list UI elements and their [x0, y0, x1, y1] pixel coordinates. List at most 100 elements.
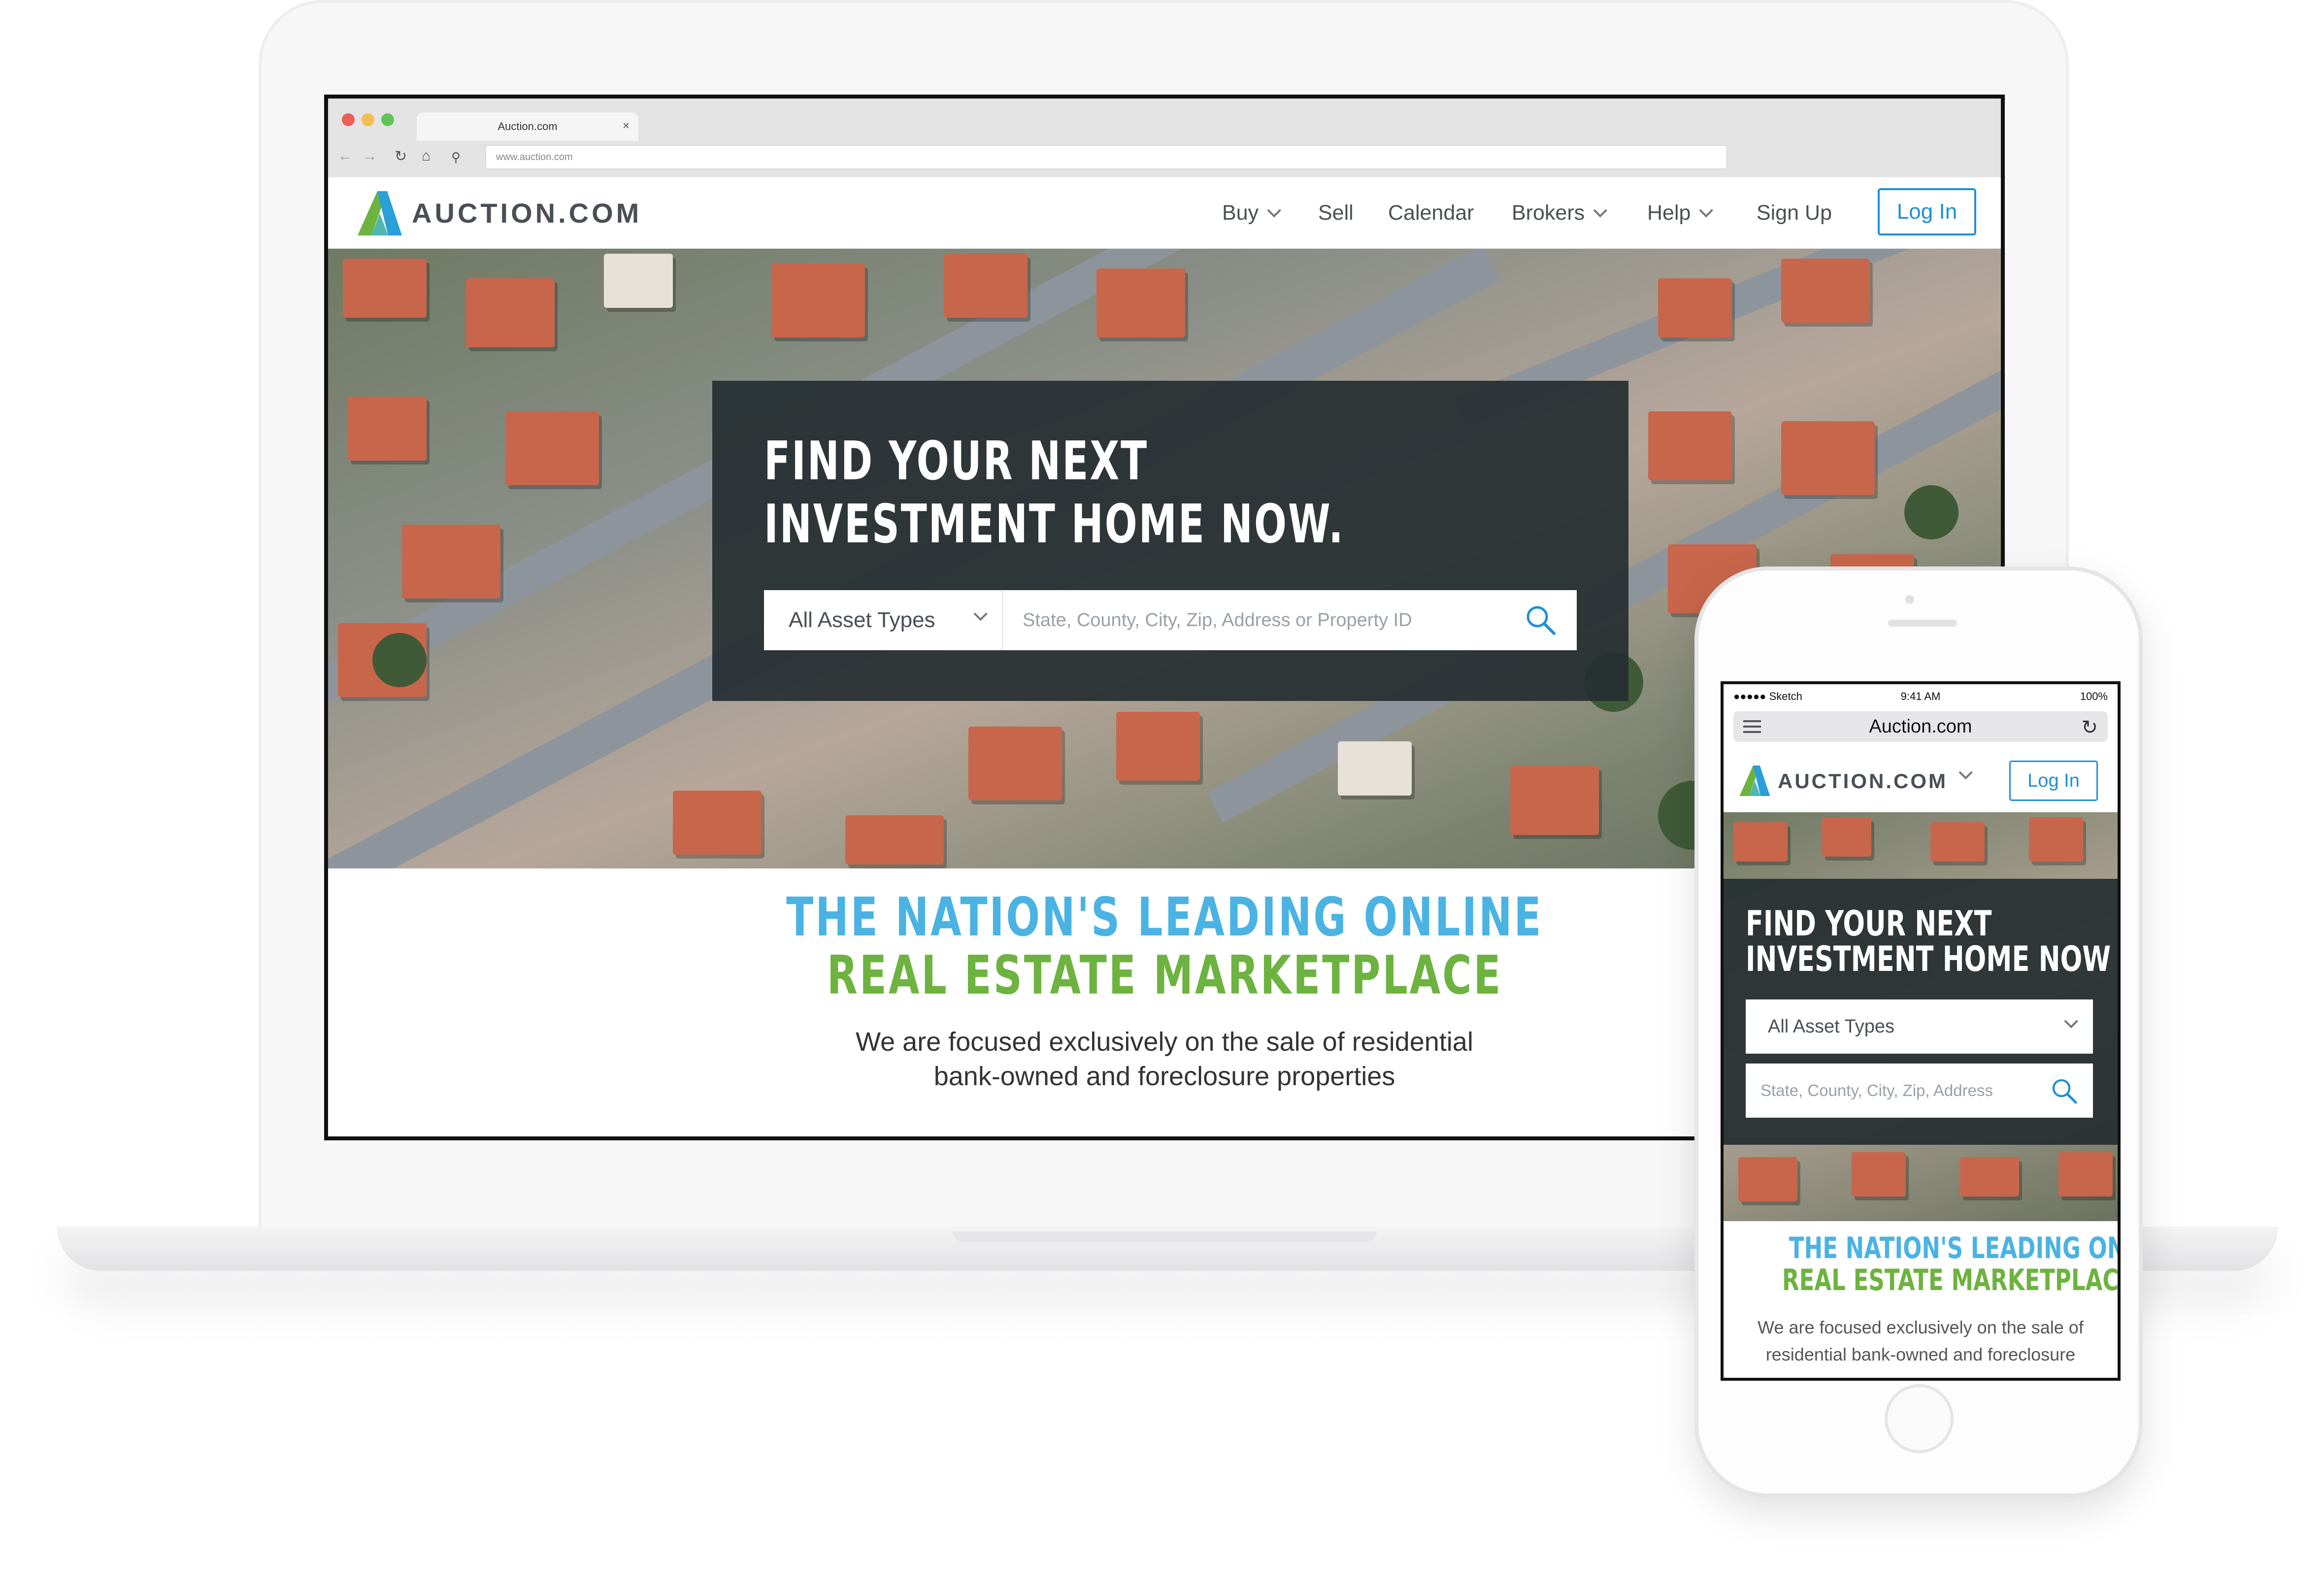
- house: [2029, 817, 2083, 862]
- window-close-dot[interactable]: [342, 113, 355, 126]
- window-zoom-dot[interactable]: [381, 113, 394, 126]
- mobile-hero-title-line2: INVESTMENT HOME NOW: [1746, 939, 2111, 979]
- search-icon[interactable]: [2051, 1077, 2078, 1105]
- nav-sell[interactable]: Sell: [1318, 201, 1354, 225]
- nav-sell-label: Sell: [1318, 201, 1354, 225]
- mobile-headline-line1-text: THE NATION'S LEADING ONLINE: [1789, 1231, 2118, 1265]
- house: [845, 815, 944, 864]
- address-bar[interactable]: www.auction.com: [486, 145, 1727, 169]
- close-icon[interactable]: ×: [623, 119, 630, 133]
- nav-buy[interactable]: Buy: [1222, 201, 1281, 225]
- mobile-website: ●●●●● Sketch 9:41 AM 100% Auction.com ↻ …: [1724, 684, 2118, 1378]
- home-button[interactable]: [1885, 1384, 1954, 1453]
- hero-title-line2: INVESTMENT HOME NOW.: [764, 494, 1345, 555]
- reload-icon[interactable]: ↻: [2081, 716, 2098, 739]
- mobile-logo-text[interactable]: AUCTION.COM: [1778, 769, 1948, 793]
- site-header: AUCTION.COM Buy Sell Calendar Brokers He…: [328, 177, 2001, 249]
- house: [771, 264, 865, 337]
- search-placeholder: State, County, City, Zip, Address or Pro…: [1023, 609, 1412, 631]
- mobile-login-button[interactable]: Log In: [2009, 761, 2098, 801]
- mobile-hero-title-line1: FIND YOUR NEXT: [1746, 903, 1992, 944]
- headline-line1-text: THE NATION'S LEADING ONLINE: [786, 887, 1543, 948]
- browser-chrome: Auction.com × ← → ↻ ⌂ ⚲ www.auction.com: [328, 99, 2001, 177]
- mobile-asset-type-select[interactable]: All Asset Types: [1746, 999, 2093, 1054]
- mobile-tagline-line2: residential bank-owned and foreclosure: [1765, 1344, 2076, 1364]
- nav-calendar-label: Calendar: [1388, 201, 1474, 225]
- chevron-down-icon: [973, 607, 988, 621]
- tab-title: Auction.com: [498, 120, 558, 133]
- nav-help-label: Help: [1647, 201, 1691, 225]
- house: [1658, 278, 1732, 337]
- home-icon[interactable]: ⌂: [422, 148, 431, 165]
- mobile-hero-title: FIND YOUR NEXT INVESTMENT HOME NOW: [1746, 906, 2111, 977]
- hero-search-panel: FIND YOUR NEXT INVESTMENT HOME NOW. All …: [712, 381, 1628, 701]
- url-text: www.auction.com: [496, 152, 573, 163]
- mobile-hero-photo: FIND YOUR NEXT INVESTMENT HOME NOW All A…: [1724, 812, 2118, 1221]
- login-button[interactable]: Log In: [1878, 188, 1976, 235]
- house: [348, 397, 427, 461]
- headline-line2-text: REAL ESTATE MARKETPLACE: [827, 945, 1502, 1006]
- menu-icon[interactable]: [1743, 720, 1761, 733]
- battery-label: 100%: [2080, 690, 2108, 702]
- auction-logo-icon[interactable]: [353, 191, 402, 235]
- house: [1930, 822, 1985, 862]
- mobile-headline-line2: REAL ESTATE MARKETPLACE: [1724, 1263, 2118, 1297]
- chevron-down-icon: [1593, 203, 1607, 217]
- mobile-headline-line1: THE NATION'S LEADING ONLINE: [1724, 1231, 2118, 1265]
- house: [343, 259, 427, 318]
- house: [402, 525, 500, 598]
- mobile-tagline-line1: We are focused exclusively on the sale o…: [1758, 1317, 2084, 1337]
- window-minimize-dot[interactable]: [362, 113, 374, 126]
- nav-sign-up-label: Sign Up: [1757, 201, 1832, 225]
- search-icon[interactable]: [1525, 604, 1557, 636]
- tree: [372, 633, 427, 687]
- mobile-search-panel: FIND YOUR NEXT INVESTMENT HOME NOW All A…: [1724, 879, 2118, 1145]
- house: [944, 254, 1028, 318]
- house: [1781, 259, 1870, 323]
- auction-logo-icon[interactable]: [1736, 765, 1770, 796]
- browser-tab[interactable]: Auction.com ×: [417, 112, 638, 141]
- nav-help[interactable]: Help: [1647, 201, 1714, 225]
- house: [1096, 268, 1185, 337]
- house: [1822, 817, 1871, 857]
- house: [1338, 741, 1412, 796]
- forward-arrow-icon[interactable]: →: [363, 148, 377, 165]
- nav-buy-label: Buy: [1222, 201, 1259, 225]
- hero-title-line1: FIND YOUR NEXT: [764, 431, 1148, 492]
- house: [1510, 766, 1599, 835]
- property-search-input[interactable]: State, County, City, Zip, Address or Pro…: [1003, 590, 1577, 650]
- mobile-header: AUCTION.COM Log In: [1724, 746, 2118, 812]
- phone-frame: ●●●●● Sketch 9:41 AM 100% Auction.com ↻ …: [1694, 566, 2143, 1497]
- chevron-down-icon: [1699, 203, 1714, 217]
- house: [2058, 1152, 2113, 1197]
- reload-icon[interactable]: ↻: [395, 148, 407, 165]
- nav-calendar[interactable]: Calendar: [1388, 201, 1474, 225]
- house: [968, 727, 1062, 800]
- nav-brokers-label: Brokers: [1512, 201, 1585, 225]
- mobile-asset-type-value: All Asset Types: [1768, 1016, 1894, 1037]
- house: [466, 278, 555, 347]
- status-bar: ●●●●● Sketch 9:41 AM 100%: [1724, 684, 2118, 708]
- mobile-search-placeholder: State, County, City, Zip, Address: [1760, 1081, 1993, 1099]
- house: [604, 254, 673, 308]
- house: [1960, 1157, 2019, 1197]
- nav-sign-up[interactable]: Sign Up: [1757, 201, 1832, 225]
- house: [1781, 421, 1875, 495]
- chevron-down-icon: [2064, 1014, 2078, 1029]
- house: [1116, 712, 1200, 781]
- mobile-address-bar[interactable]: Auction.com ↻: [1733, 711, 2108, 742]
- house: [1852, 1152, 1906, 1197]
- chevron-down-icon[interactable]: [1958, 765, 1973, 780]
- laptop-notch: [953, 1231, 1377, 1242]
- status-time: 9:41 AM: [1900, 690, 1941, 702]
- back-arrow-icon[interactable]: ←: [338, 148, 353, 165]
- house: [1738, 1157, 1797, 1201]
- logo-text[interactable]: AUCTION.COM: [412, 197, 642, 229]
- mobile-property-search-input[interactable]: State, County, City, Zip, Address: [1746, 1064, 2093, 1118]
- hero-title: FIND YOUR NEXT INVESTMENT HOME NOW.: [764, 430, 1345, 556]
- chevron-down-icon: [1267, 203, 1281, 217]
- nav-brokers[interactable]: Brokers: [1512, 201, 1607, 225]
- asset-type-select[interactable]: All Asset Types: [764, 590, 1003, 650]
- tree: [1904, 485, 1958, 539]
- search-icon: ⚲: [451, 150, 461, 165]
